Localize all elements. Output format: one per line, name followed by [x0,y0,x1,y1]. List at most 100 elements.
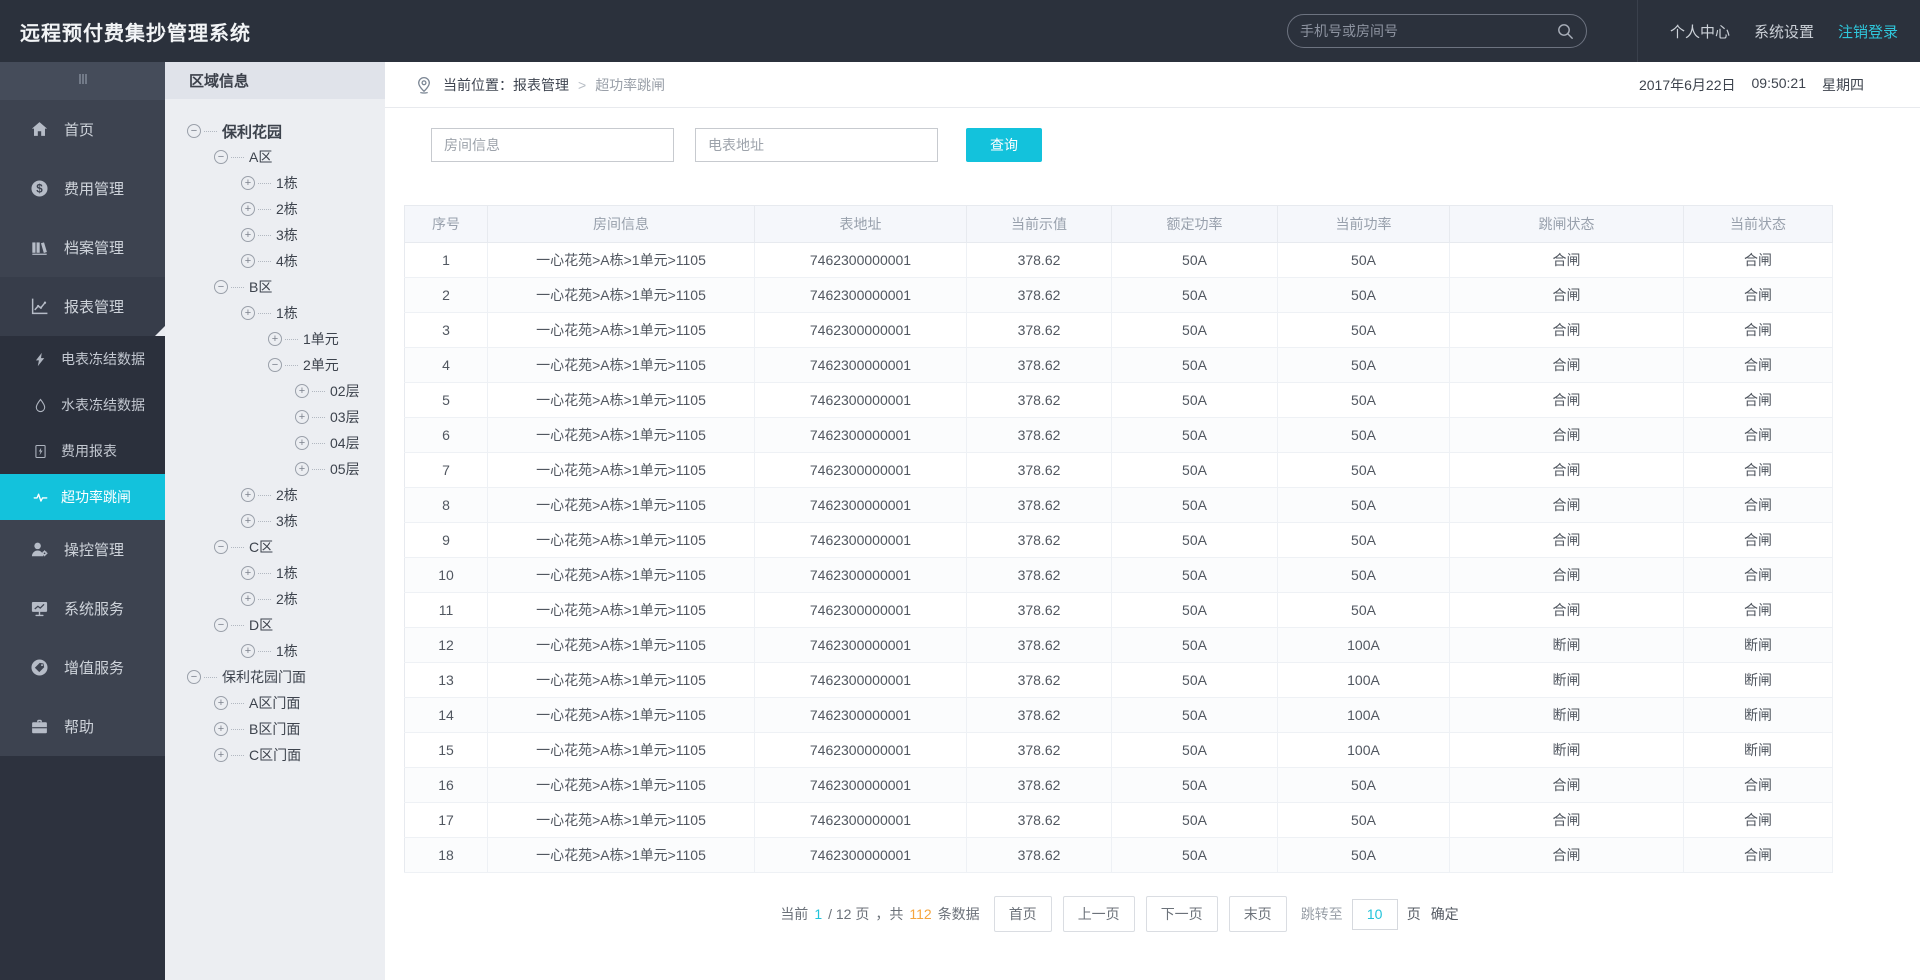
tree-node-label[interactable]: 1单元 [303,329,339,349]
breadcrumb-label[interactable]: 当前位置：报表管理 [443,75,569,95]
collapse-node-icon[interactable]: − [214,280,228,294]
tree-node-label[interactable]: 02层 [330,381,360,401]
tree-node[interactable]: +1栋 [165,638,385,664]
tree-node-label[interactable]: 2单元 [303,355,339,375]
tree-node-label[interactable]: C区门面 [249,745,301,765]
tree-node-label[interactable]: 05层 [330,459,360,479]
expand-node-icon[interactable]: + [241,488,255,502]
tree-node[interactable]: − C区 [165,534,385,560]
tree-node[interactable]: − D区 [165,612,385,638]
tree-node-label[interactable]: 04层 [330,433,360,453]
tree-node[interactable]: + C区门面 [165,742,385,768]
tree-node[interactable]: +1栋 [165,300,385,326]
menu-item-drop[interactable]: 水表冻结数据 [0,382,165,428]
expand-node-icon[interactable]: + [241,592,255,606]
expand-node-icon[interactable]: + [241,176,255,190]
collapse-node-icon[interactable]: − [214,618,228,632]
expand-node-icon[interactable]: + [214,722,228,736]
next-page-button[interactable]: 下一页 [1145,896,1218,932]
tree-node[interactable]: − B区 [165,274,385,300]
tree-node[interactable]: +1栋 [165,170,385,196]
tree-node-label[interactable]: 3栋 [276,511,298,531]
expand-node-icon[interactable]: + [241,514,255,528]
tree-node-label[interactable]: D区 [249,615,273,635]
expand-node-icon[interactable]: + [241,254,255,268]
last-page-button[interactable]: 末页 [1228,896,1287,932]
tree-node-label[interactable]: 2栋 [276,589,298,609]
tree-node[interactable]: + B区门面 [165,716,385,742]
jump-page-input[interactable] [1351,898,1398,930]
collapse-node-icon[interactable]: − [187,124,201,138]
collapse-node-icon[interactable]: − [268,358,282,372]
expand-node-icon[interactable]: + [241,644,255,658]
tree-node-label[interactable]: A区门面 [249,693,300,713]
menu-item-chart[interactable]: 报表管理 [0,277,165,336]
sidebar-collapse-button[interactable] [0,62,165,100]
menu-item-bolt[interactable]: 电表冻结数据 [0,336,165,382]
confirm-button[interactable]: 确定 [1431,904,1459,924]
tree-node[interactable]: +03层 [165,404,385,430]
tree-node[interactable]: +05层 [165,456,385,482]
room-info-input[interactable] [431,128,674,162]
menu-item-archive[interactable]: 档案管理 [0,218,165,277]
tree-node[interactable]: − 保利花园门面 [165,664,385,690]
tree-node[interactable]: +2栋 [165,196,385,222]
tree-node-label[interactable]: B区 [249,277,272,297]
tree-node[interactable]: +2栋 [165,482,385,508]
tree-node[interactable]: +04层 [165,430,385,456]
menu-item-dollar[interactable]: $ 费用管理 [0,159,165,218]
collapse-node-icon[interactable]: − [187,670,201,684]
expand-node-icon[interactable]: + [295,462,309,476]
header-link-3[interactable]: 注销登录 [1838,21,1898,42]
tree-node-label[interactable]: 1栋 [276,173,298,193]
header-search[interactable] [1286,14,1587,48]
tree-node[interactable]: +02层 [165,378,385,404]
tree-node-label[interactable]: C区 [249,537,273,557]
expand-node-icon[interactable]: + [295,384,309,398]
tree-node[interactable]: + A区门面 [165,690,385,716]
expand-node-icon[interactable]: + [214,696,228,710]
expand-node-icon[interactable]: + [295,436,309,450]
menu-item-monitor[interactable]: 系统服务 [0,579,165,638]
tree-node-label[interactable]: 保利花园门面 [222,667,306,687]
expand-node-icon[interactable]: + [241,228,255,242]
tree-node-label[interactable]: 3栋 [276,225,298,245]
collapse-node-icon[interactable]: − [214,150,228,164]
header-link-1[interactable]: 个人中心 [1670,21,1730,42]
expand-node-icon[interactable]: + [241,202,255,216]
tree-node-label[interactable]: B区门面 [249,719,300,739]
tree-node[interactable]: − 保利花园 [165,118,385,144]
first-page-button[interactable]: 首页 [993,896,1052,932]
menu-item-tag[interactable]: 增值服务 [0,638,165,697]
tree-node[interactable]: − A区 [165,144,385,170]
tree-node-label[interactable]: 03层 [330,407,360,427]
expand-node-icon[interactable]: + [268,332,282,346]
header-search-input[interactable] [1299,23,1556,39]
tree-node-label[interactable]: 1栋 [276,563,298,583]
menu-item-user-gear[interactable]: 操控管理 [0,520,165,579]
tree-node-label[interactable]: A区 [249,147,272,167]
tree-node[interactable]: +1栋 [165,560,385,586]
prev-page-button[interactable]: 上一页 [1062,896,1135,932]
menu-item-pulse[interactable]: 超功率跳闸 [0,474,165,520]
expand-node-icon[interactable]: + [241,566,255,580]
header-link-2[interactable]: 系统设置 [1754,21,1814,42]
tree-node[interactable]: +3栋 [165,222,385,248]
tree-node-label[interactable]: 2栋 [276,485,298,505]
tree-node-label[interactable]: 1栋 [276,641,298,661]
expand-node-icon[interactable]: + [295,410,309,424]
collapse-node-icon[interactable]: − [214,540,228,554]
expand-node-icon[interactable]: + [241,306,255,320]
tree-node[interactable]: +2栋 [165,586,385,612]
tree-node-label[interactable]: 保利花园 [222,121,282,142]
tree-node-label[interactable]: 1栋 [276,303,298,323]
tree-node[interactable]: − 2单元 [165,352,385,378]
tree-node-label[interactable]: 4栋 [276,251,298,271]
menu-item-doc[interactable]: 费用报表 [0,428,165,474]
tree-node-label[interactable]: 2栋 [276,199,298,219]
meter-address-input[interactable] [695,128,938,162]
search-icon[interactable] [1556,22,1574,40]
menu-item-briefcase[interactable]: 帮助 [0,697,165,756]
expand-node-icon[interactable]: + [214,748,228,762]
tree-node[interactable]: +3栋 [165,508,385,534]
